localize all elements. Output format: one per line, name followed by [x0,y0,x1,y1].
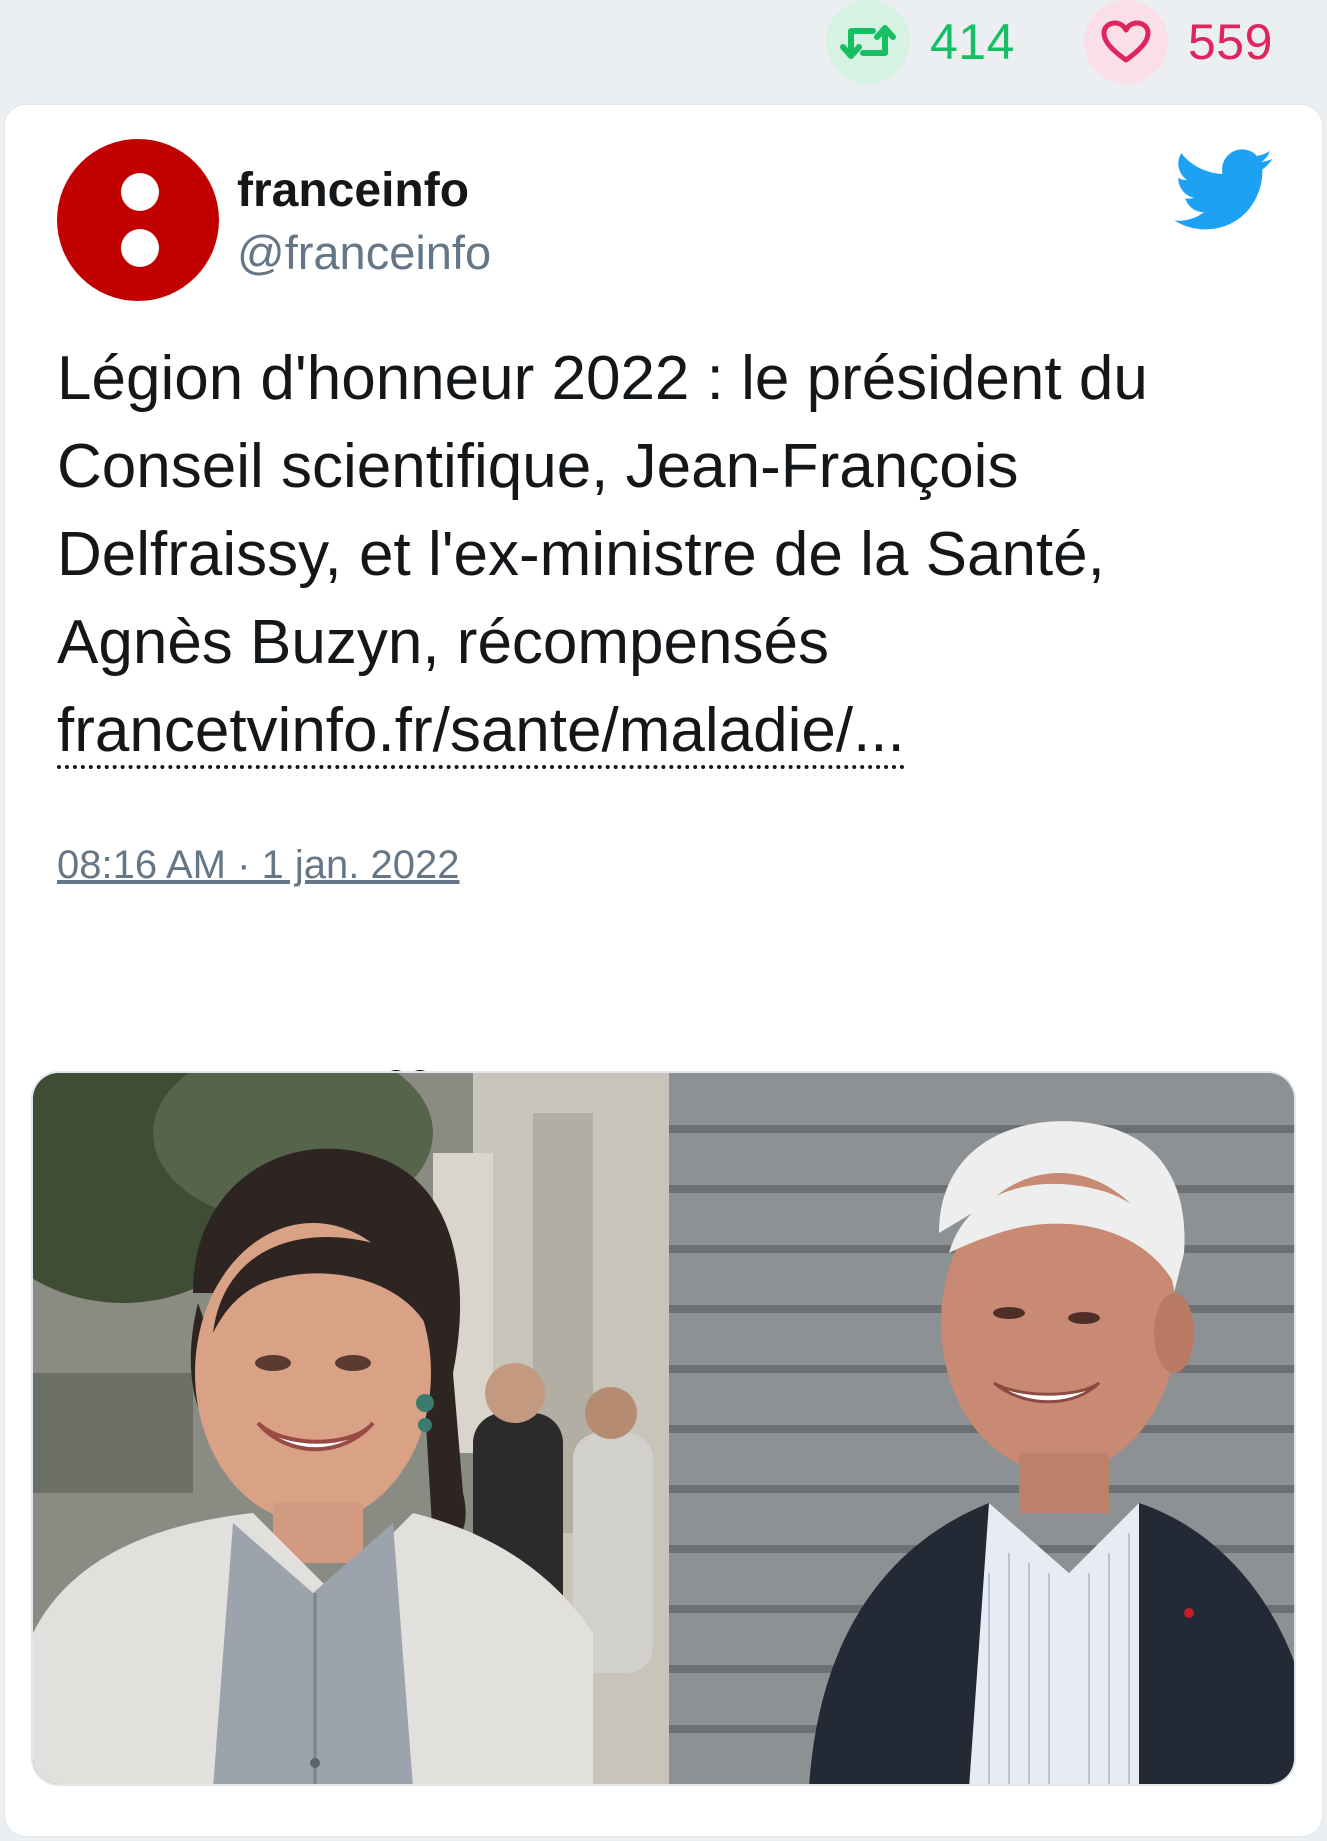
avatar-logo-dot [121,173,159,211]
user-handle[interactable]: @franceinfo [237,225,491,280]
tweet-timestamp[interactable]: 08:16 AM · 1 jan. 2022 [57,843,460,888]
display-name[interactable]: franceinfo [237,163,469,218]
retweet-stat[interactable]: 414 [826,0,1015,84]
retweet-count: 414 [930,14,1015,70]
engagement-stats-bar: 414 559 [0,0,1327,100]
tweet-media[interactable] [31,1071,1296,1786]
tweet-text: Légion d'honneur 2022 : le président du … [57,335,1287,775]
tweet-text-line: Delfraissy, et l'ex-ministre de la Santé… [57,520,1105,589]
avatar[interactable] [57,139,219,301]
photo-man [669,1073,1294,1784]
heart-icon [1084,0,1168,84]
tweet-text-line: Conseil scientifique, Jean-François [57,432,1019,501]
tweet-card: franceinfo @franceinfo Légion d'honneur … [4,104,1323,1837]
like-stat[interactable]: 559 [1084,0,1273,84]
twitter-bird-icon[interactable] [1174,149,1275,231]
photo-woman [33,1073,669,1784]
tweet-text-line: Agnès Buzyn, récompensés [57,608,829,677]
avatar-logo-dot [121,229,159,267]
tweet-text-line: Légion d'honneur 2022 : le président du [57,344,1148,413]
article-link[interactable]: francetvinfo.fr/sante/maladie/... [57,696,905,769]
retweet-icon [826,0,910,84]
like-count: 559 [1188,14,1273,70]
